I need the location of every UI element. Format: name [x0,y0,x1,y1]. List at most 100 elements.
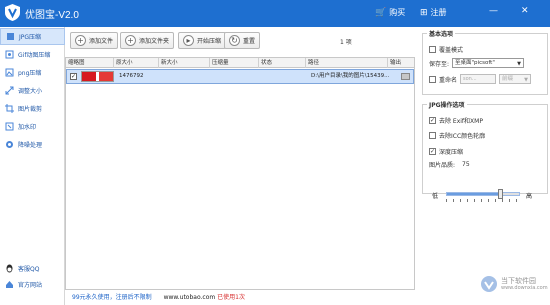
column-header[interactable]: 压缩量 [210,58,259,68]
sidebar-item-resize[interactable]: 调整大小 [0,82,65,99]
thumbnail-image [81,71,114,82]
file-table: 缩略图 原大小 新大小 压缩量 状态 路径 输出 ✓ 1476792 D:\用户… [65,57,415,290]
sidebar: JPG压缩 Gif动图压缩 png压缩 调整大小 图片裁剪 加水印 降噪处理 客… [0,27,65,305]
icc-checkbox[interactable] [429,132,436,139]
column-header[interactable]: 状态 [259,58,306,68]
sidebar-qq-label: 客服QQ [18,266,40,273]
basic-options-title: 基本选项 [427,29,456,38]
column-header[interactable]: 新大小 [159,58,210,68]
jpg-options-group: JPG操作选项 ✓ 去除 Exif和XMP 去除ICC颜色轮廓 ✓ 深度压缩 图… [422,100,548,194]
rename-mode-select[interactable]: 前缀 ▼ [499,74,532,84]
sidebar-item-png[interactable]: png压缩 [0,64,65,81]
quality-slider-ticks [446,199,520,202]
sidebar-item-crop[interactable]: 图片裁剪 [0,100,65,117]
status-usage-text: 已使用1次 [217,294,245,301]
overwrite-checkbox[interactable] [429,46,436,53]
deep-compress-option[interactable]: ✓ 深度压缩 [429,147,463,156]
toolbar: + 添加文件 + 添加文件夹 ▸ 开始压缩 ↻ 重置 1 项 [65,27,415,55]
buy-label: 购买 [389,8,406,17]
user-add-icon: ⊞ [420,7,428,18]
quality-value: 75 [462,161,470,168]
overwrite-option[interactable]: 覆盖模式 [429,45,463,54]
sidebar-item-watermark[interactable]: 加水印 [0,118,65,135]
rename-row: 重命名 son... 前缀 ▼ [429,74,532,84]
save-to-label: 保存至: [429,60,450,68]
save-to-row: 保存至: 至桌面"picsoft" ▼ [429,58,525,68]
basic-options-group: 基本选项 覆盖模式 保存至: 至桌面"picsoft" ▼ 重命名 son...… [422,29,548,95]
status-license-text[interactable]: 99元永久使用，注册后不限制 [72,294,152,301]
sidebar-item-label: 加水印 [18,124,37,131]
new-size-cell [162,70,211,83]
add-file-button[interactable]: + 添加文件 [70,32,119,49]
table-header: 缩略图 原大小 新大小 压缩量 状态 路径 输出 [66,58,414,68]
watermark-line-1: 当下软件园 [501,276,536,285]
save-to-select[interactable]: 至桌面"picsoft" ▼ [452,58,525,68]
deep-compress-checkbox[interactable]: ✓ [429,148,436,155]
buy-button[interactable]: 🛒 购买 [375,7,405,18]
qq-icon [5,264,14,273]
sidebar-website-link[interactable]: 官方网站 [5,280,42,289]
sidebar-item-label: 调整大小 [18,88,43,95]
play-icon: ▸ [183,35,194,46]
rename-label: 重命名 [439,76,458,84]
quality-low-label: 低 [432,193,439,200]
denoise-icon [5,140,14,149]
register-button[interactable]: ⊞ 注册 [420,7,447,18]
status-cell [262,70,307,83]
icc-label: 去除ICC颜色轮廓 [439,133,486,140]
rename-checkbox[interactable] [429,75,436,83]
column-header[interactable]: 原大小 [114,58,159,68]
quality-slider-thumb[interactable] [498,189,503,199]
sidebar-item-label: 图片裁剪 [18,106,43,113]
chevron-down-icon: ▼ [517,61,522,67]
sidebar-item-gif[interactable]: Gif动图压缩 [0,46,65,63]
reset-button[interactable]: ↻ 重置 [224,32,261,49]
status-website-text[interactable]: www.utobao.com [164,294,216,301]
overwrite-label: 覆盖模式 [439,47,464,54]
column-header[interactable]: 缩略图 [66,58,114,68]
quality-slider[interactable] [446,189,520,199]
register-label: 注册 [430,8,447,17]
icc-option[interactable]: 去除ICC颜色轮廓 [429,131,485,140]
table-row[interactable]: ✓ 1476792 D:\用户目录\我的图片\15439... [66,69,414,84]
start-compress-button[interactable]: ▸ 开始压缩 [178,32,227,49]
exif-checkbox[interactable]: ✓ [429,117,436,124]
column-header[interactable]: 输出 [388,58,414,68]
app-logo-icon [5,4,20,21]
chevron-down-icon: ▼ [524,77,529,83]
sidebar-item-label: Gif动图压缩 [18,52,51,59]
column-header[interactable]: 路径 [306,58,388,68]
path-cell: D:\用户目录\我的图片\15439... [311,73,389,79]
jpg-icon [6,32,15,41]
home-icon [5,280,14,289]
sidebar-item-denoise[interactable]: 降噪处理 [0,136,65,153]
sidebar-item-jpg[interactable]: JPG压缩 [0,28,65,45]
open-folder-icon[interactable] [401,73,410,80]
sidebar-qq-link[interactable]: 客服QQ [5,264,39,273]
close-icon[interactable]: ✕ [521,6,529,16]
start-label: 开始压缩 [197,38,222,45]
quality-label: 图片品质: [429,162,456,169]
rename-mode-value: 前缀 [502,76,514,82]
add-folder-button[interactable]: + 添加文件夹 [120,32,175,49]
resize-icon [5,86,14,95]
sidebar-website-label: 官方网站 [18,282,43,289]
watermark-logo: 当下软件园 www.downxia.com [480,266,548,302]
exif-label: 去除 Exif和XMP [439,118,483,125]
crop-icon [5,104,14,113]
png-icon [5,68,14,77]
exif-option[interactable]: ✓ 去除 Exif和XMP [429,116,483,125]
sidebar-item-label: JPG压缩 [19,34,42,41]
minimize-icon[interactable]: — [489,6,498,16]
save-to-value: 至桌面"picsoft" [455,60,495,66]
row-checkbox[interactable]: ✓ [70,73,77,80]
compression-cell [213,70,260,83]
item-count: 1 项 [340,39,352,46]
status-bar: 99元永久使用，注册后不限制 www.utobao.com 已使用1次 [65,290,550,305]
watermark-line-2: www.downxia.com [501,285,548,292]
rename-input[interactable]: son... [460,74,497,84]
reset-label: 重置 [243,38,256,45]
title-bar: 优图宝-V2.0 🛒 购买 ⊞ 注册 — ✕ [0,0,550,27]
app-title: 优图宝-V2.0 [25,10,79,21]
quality-high-label: 高 [526,193,533,200]
